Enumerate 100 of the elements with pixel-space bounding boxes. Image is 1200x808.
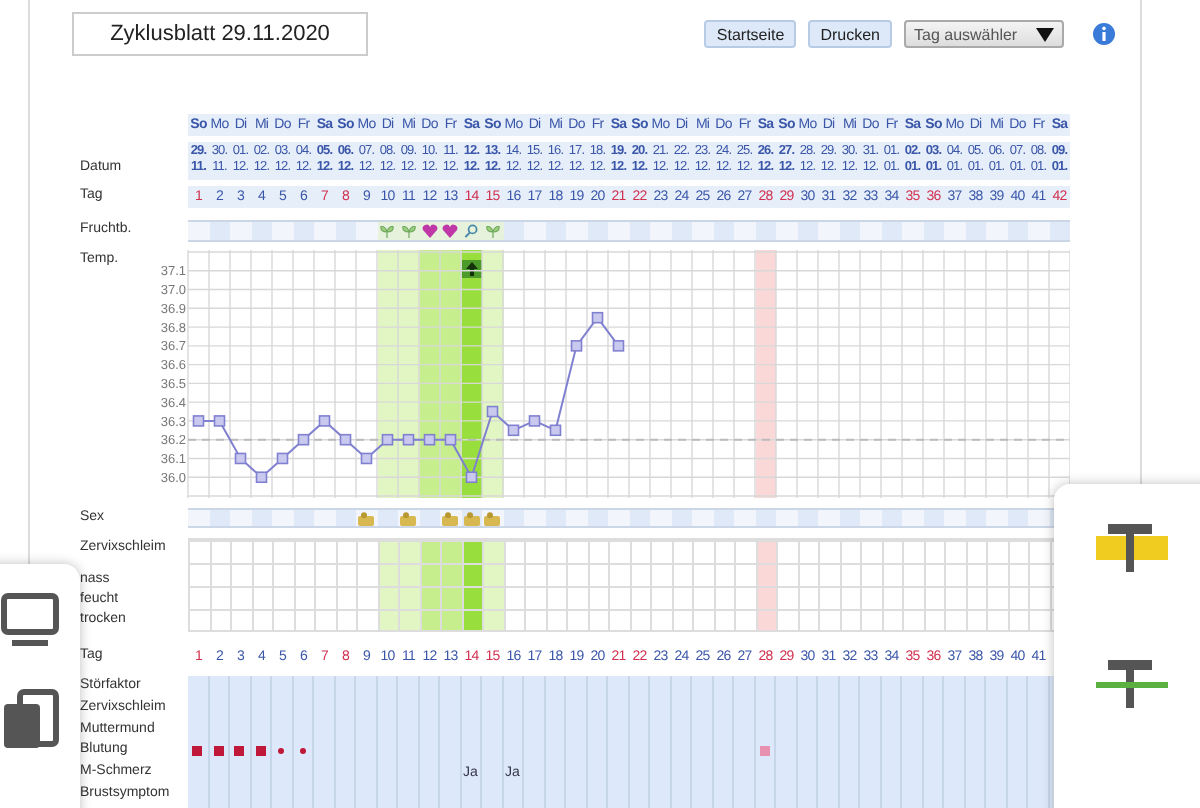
day-cell[interactable] [314, 220, 335, 242]
day-cell[interactable] [587, 508, 608, 528]
day-cell[interactable] [839, 508, 860, 528]
day-column [419, 676, 440, 808]
day-cell[interactable] [230, 220, 251, 242]
day-column [1028, 676, 1049, 808]
intercourse-icon [358, 511, 375, 525]
day-cell[interactable] [965, 508, 986, 528]
day-cell[interactable] [650, 220, 671, 242]
day-cell[interactable] [293, 220, 314, 242]
day-cell[interactable] [1007, 508, 1028, 528]
day-cell[interactable] [461, 220, 482, 242]
day-cell[interactable] [335, 508, 356, 528]
day-cell[interactable] [881, 220, 902, 242]
day-cell[interactable] [671, 508, 692, 528]
day-cell[interactable] [566, 220, 587, 242]
day-select[interactable]: Tag auswähler [904, 20, 1064, 48]
day-cell[interactable] [188, 508, 209, 528]
data-point [276, 452, 289, 465]
day-cell[interactable] [398, 508, 419, 528]
day-cell[interactable] [188, 220, 209, 242]
day-cell[interactable] [629, 220, 650, 242]
day-cell[interactable] [419, 508, 440, 528]
day-cell[interactable] [818, 220, 839, 242]
day-cell[interactable] [734, 508, 755, 528]
copy-icon[interactable] [0, 688, 60, 748]
info-icon[interactable] [1092, 22, 1116, 46]
day-cell[interactable] [692, 508, 713, 528]
day-cell[interactable] [755, 220, 776, 242]
day-cell[interactable] [671, 220, 692, 242]
day-cell[interactable] [293, 508, 314, 528]
day-cell[interactable] [524, 508, 545, 528]
data-point [318, 415, 331, 427]
day-cell[interactable] [356, 220, 377, 242]
day-cell[interactable] [629, 508, 650, 528]
day-cell[interactable] [839, 220, 860, 242]
strikethrough-icon[interactable] [1096, 660, 1172, 708]
day-cell[interactable] [503, 508, 524, 528]
data-point [192, 415, 205, 427]
day-cell[interactable] [986, 508, 1007, 528]
day-cell[interactable] [440, 508, 461, 528]
day-cell[interactable] [860, 508, 881, 528]
intercourse-icon [463, 511, 480, 525]
day-cell[interactable] [902, 508, 923, 528]
day-cell[interactable] [377, 508, 398, 528]
day-cell[interactable] [545, 220, 566, 242]
day-cell[interactable] [608, 508, 629, 528]
day-cell[interactable] [272, 220, 293, 242]
data-point [339, 433, 352, 446]
day-cell[interactable] [692, 220, 713, 242]
day-column [839, 676, 860, 808]
day-cell[interactable] [587, 220, 608, 242]
day-cell[interactable] [230, 508, 251, 528]
day-cell[interactable] [734, 220, 755, 242]
day-cell[interactable] [902, 220, 923, 242]
day-cell[interactable] [923, 508, 944, 528]
day-cell[interactable] [482, 220, 503, 242]
day-cell[interactable] [545, 508, 566, 528]
toolbar-button[interactable]: Drucken [808, 20, 892, 48]
day-cell[interactable] [1028, 220, 1049, 242]
day-cell[interactable] [356, 508, 377, 528]
day-cell[interactable] [1028, 508, 1049, 528]
day-cell[interactable] [944, 508, 965, 528]
day-cell[interactable] [944, 220, 965, 242]
day-cell[interactable] [797, 508, 818, 528]
monitor-icon[interactable] [0, 592, 60, 648]
day-cell[interactable] [650, 508, 671, 528]
day-cell[interactable] [377, 220, 398, 242]
day-cell[interactable] [503, 220, 524, 242]
day-cell[interactable] [860, 220, 881, 242]
day-cell[interactable] [1007, 220, 1028, 242]
day-cell[interactable] [461, 508, 482, 528]
intercourse-icon [442, 511, 459, 525]
day-cell[interactable] [251, 508, 272, 528]
day-cell[interactable] [797, 220, 818, 242]
day-cell[interactable] [314, 508, 335, 528]
day-cell[interactable] [1049, 220, 1070, 242]
day-cell[interactable] [965, 220, 986, 242]
day-cell[interactable] [608, 220, 629, 242]
day-cell[interactable] [209, 508, 230, 528]
day-cell[interactable] [755, 508, 776, 528]
day-cell[interactable] [776, 508, 797, 528]
day-cell[interactable] [566, 508, 587, 528]
day-cell[interactable] [335, 220, 356, 242]
day-cell[interactable] [272, 508, 293, 528]
day-cell[interactable] [482, 508, 503, 528]
day-column [671, 676, 692, 808]
day-cell[interactable] [713, 220, 734, 242]
day-cell[interactable] [818, 508, 839, 528]
toolbar-button[interactable]: Startseite [704, 20, 797, 48]
day-cell[interactable] [776, 220, 797, 242]
day-cell[interactable] [713, 508, 734, 528]
day-cell[interactable] [251, 220, 272, 242]
day-cell[interactable] [881, 508, 902, 528]
day-cell[interactable] [524, 220, 545, 242]
day-cell[interactable] [209, 220, 230, 242]
day-cell[interactable] [986, 220, 1007, 242]
day-cell[interactable] [923, 220, 944, 242]
text-highlight-icon[interactable] [1096, 524, 1172, 572]
data-point [549, 424, 562, 437]
